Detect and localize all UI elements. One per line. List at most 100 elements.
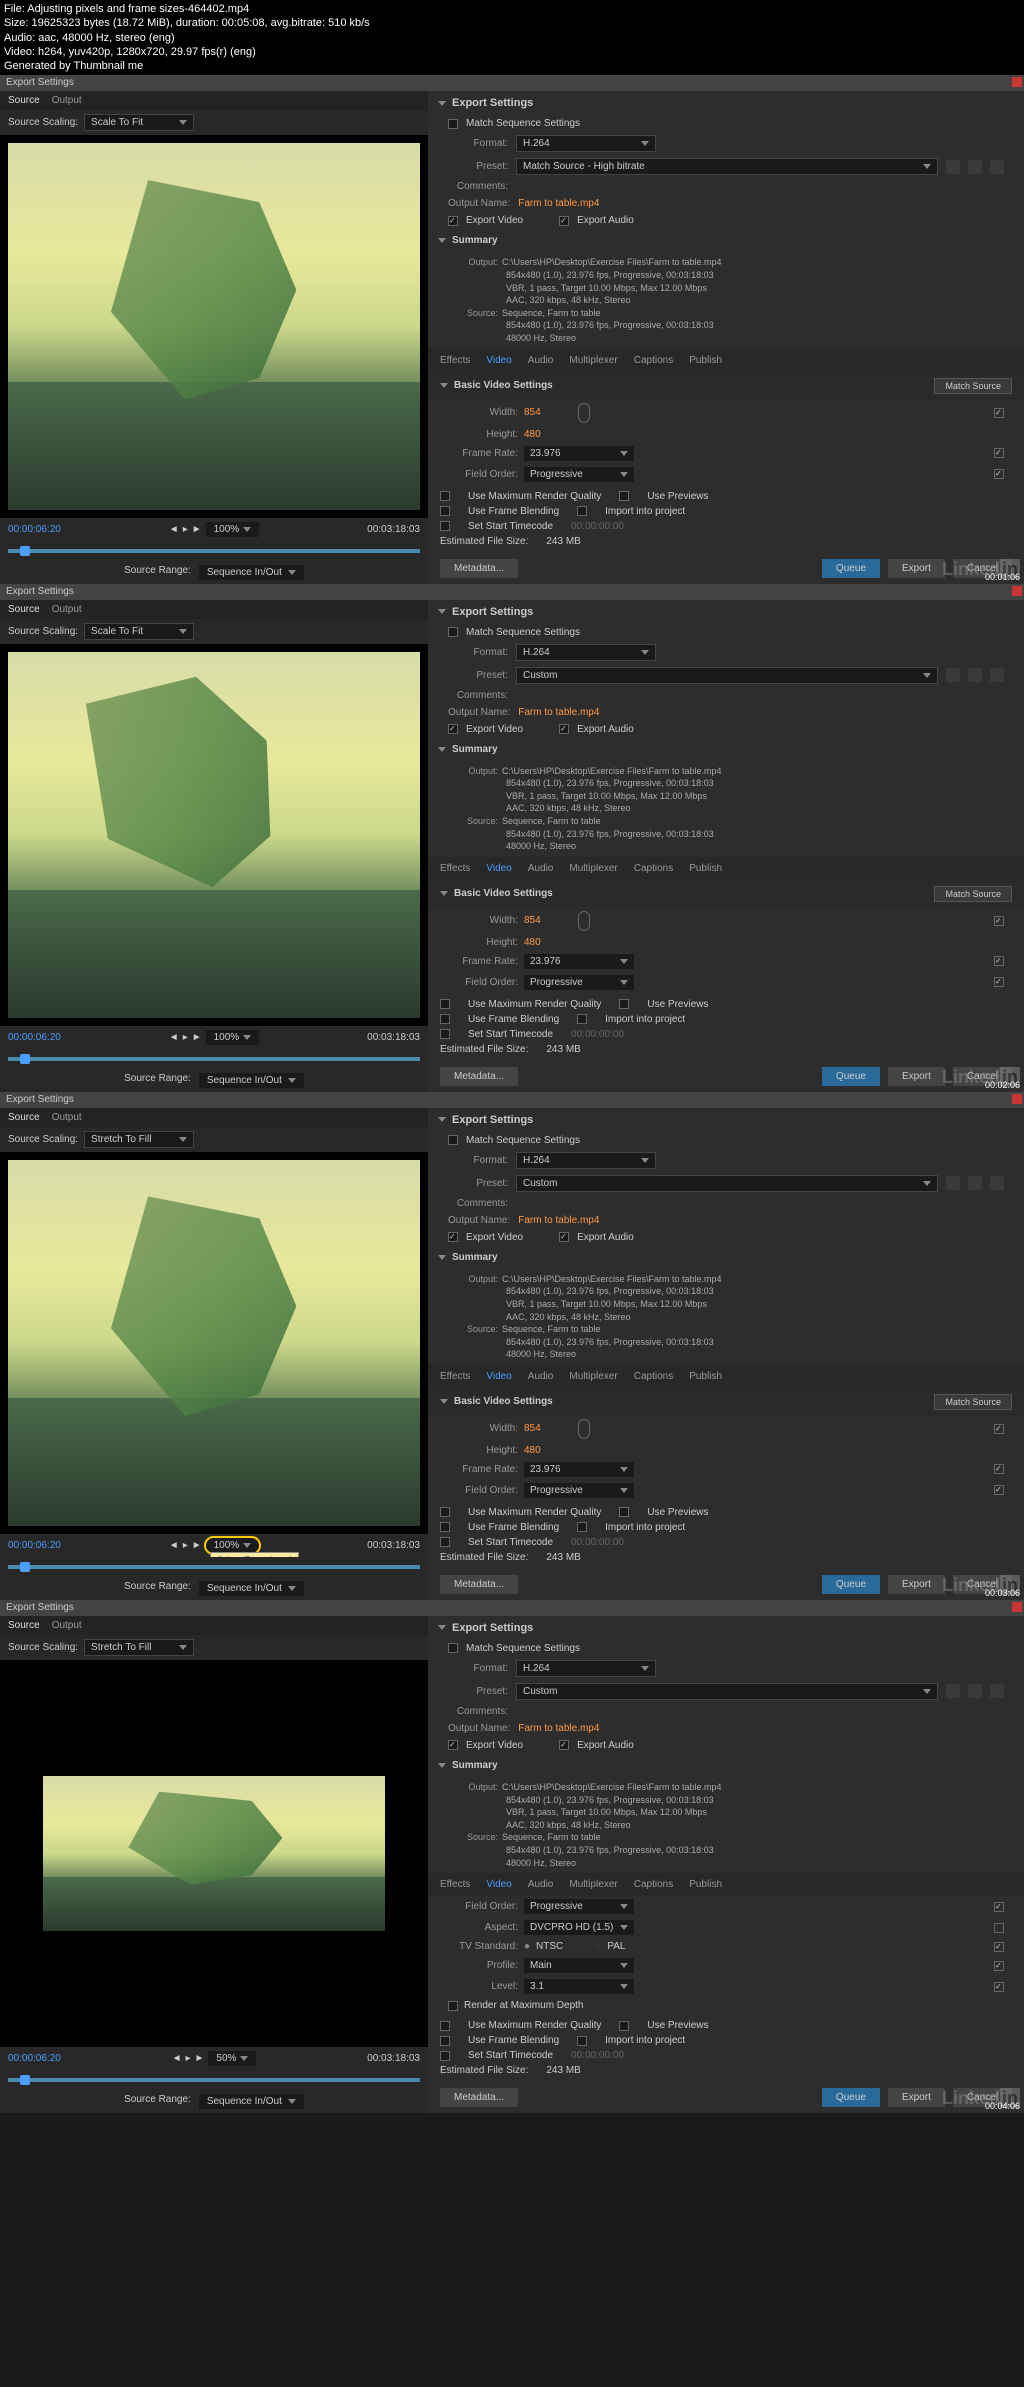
framerate-match-checkbox[interactable]	[994, 1464, 1004, 1474]
collapse-icon[interactable]	[438, 1255, 446, 1260]
fieldorder-dropdown[interactable]: Progressive	[524, 467, 634, 482]
collapse-icon[interactable]	[440, 1399, 448, 1404]
preset-dropdown[interactable]: Custom	[516, 667, 938, 684]
export-button[interactable]: Export	[888, 1575, 945, 1594]
tab-publish[interactable]: Publish	[689, 1879, 722, 1890]
fieldorder-match-checkbox[interactable]	[994, 977, 1004, 987]
export-audio-checkbox[interactable]	[559, 1740, 569, 1750]
import-project-checkbox[interactable]	[577, 1522, 587, 1532]
prev-frame-icon[interactable]: ◄	[172, 2053, 182, 2064]
output-name-link[interactable]: Farm to table.mp4	[518, 1215, 599, 1226]
width-value[interactable]: 854	[524, 407, 564, 418]
export-audio-checkbox[interactable]	[559, 724, 569, 734]
metadata-button[interactable]: Metadata...	[440, 2088, 518, 2107]
max-render-checkbox[interactable]	[440, 491, 450, 501]
preset-dropdown[interactable]: Custom	[516, 1175, 938, 1192]
source-range-dropdown[interactable]: Sequence In/Out	[199, 2094, 304, 2109]
metadata-button[interactable]: Metadata...	[440, 1575, 518, 1594]
import-project-checkbox[interactable]	[577, 506, 587, 516]
fieldorder-dropdown[interactable]: Progressive	[524, 1483, 634, 1498]
tab-source[interactable]: Source	[8, 1620, 40, 1631]
match-source-button[interactable]: Match Source	[934, 378, 1012, 394]
next-frame-icon[interactable]: ►	[192, 524, 202, 535]
tab-source[interactable]: Source	[8, 95, 40, 106]
play-icon[interactable]: ▸	[183, 1540, 188, 1551]
match-seq-checkbox[interactable]	[448, 119, 458, 129]
save-preset-icon[interactable]	[946, 668, 960, 682]
collapse-icon[interactable]	[438, 1117, 446, 1122]
collapse-icon[interactable]	[438, 1763, 446, 1768]
width-value[interactable]: 854	[524, 1423, 564, 1434]
export-video-checkbox[interactable]	[448, 1740, 458, 1750]
collapse-icon[interactable]	[438, 101, 446, 106]
import-preset-icon[interactable]	[968, 1684, 982, 1698]
export-audio-checkbox[interactable]	[559, 216, 569, 226]
timeline-slider[interactable]	[0, 541, 428, 561]
zoom-dropdown[interactable]: 100%	[206, 1030, 260, 1045]
fieldorder-match-checkbox[interactable]	[994, 1485, 1004, 1495]
tab-audio[interactable]: Audio	[528, 355, 554, 366]
prev-frame-icon[interactable]: ◄	[169, 1032, 179, 1043]
import-preset-icon[interactable]	[968, 160, 982, 174]
tv-pal-radio[interactable]: PAL	[607, 1941, 625, 1952]
source-range-dropdown[interactable]: Sequence In/Out	[199, 1581, 304, 1596]
start-tc-checkbox[interactable]	[440, 1029, 450, 1039]
max-render-checkbox[interactable]	[440, 999, 450, 1009]
use-previews-checkbox[interactable]	[619, 491, 629, 501]
framerate-dropdown[interactable]: 23.976	[524, 954, 634, 969]
collapse-icon[interactable]	[438, 238, 446, 243]
start-tc-checkbox[interactable]	[440, 1537, 450, 1547]
tab-captions[interactable]: Captions	[634, 1879, 673, 1890]
metadata-button[interactable]: Metadata...	[440, 1067, 518, 1086]
preview-area[interactable]	[0, 1660, 428, 2047]
profile-match-checkbox[interactable]	[994, 1961, 1004, 1971]
level-match-checkbox[interactable]	[994, 1982, 1004, 1992]
tab-captions[interactable]: Captions	[634, 1371, 673, 1382]
tab-video[interactable]: Video	[486, 863, 511, 874]
frame-blend-checkbox[interactable]	[440, 506, 450, 516]
collapse-icon[interactable]	[438, 1625, 446, 1630]
tab-publish[interactable]: Publish	[689, 355, 722, 366]
use-previews-checkbox[interactable]	[619, 2021, 629, 2031]
source-scaling-dropdown[interactable]: Stretch To Fill	[84, 1639, 194, 1656]
export-button[interactable]: Export	[888, 1067, 945, 1086]
source-scaling-dropdown[interactable]: Scale To Fit	[84, 114, 194, 131]
link-icon[interactable]	[578, 1419, 590, 1439]
timeline-slider[interactable]	[0, 2070, 428, 2090]
output-name-link[interactable]: Farm to table.mp4	[518, 198, 599, 209]
source-scaling-dropdown[interactable]: Stretch To Fill	[84, 1131, 194, 1148]
start-tc-checkbox[interactable]	[440, 521, 450, 531]
out-timecode[interactable]: 00:03:18:03	[367, 524, 420, 535]
tab-captions[interactable]: Captions	[634, 863, 673, 874]
export-audio-checkbox[interactable]	[559, 1232, 569, 1242]
tab-source[interactable]: Source	[8, 604, 40, 615]
fieldorder-dropdown[interactable]: Progressive	[524, 1899, 634, 1914]
close-icon[interactable]	[1012, 77, 1022, 87]
width-match-checkbox[interactable]	[994, 408, 1004, 418]
in-timecode[interactable]: 00:00:06:20	[8, 2053, 61, 2064]
format-dropdown[interactable]: H.264	[516, 135, 656, 152]
use-previews-checkbox[interactable]	[619, 999, 629, 1009]
import-preset-icon[interactable]	[968, 1176, 982, 1190]
fieldorder-match-checkbox[interactable]	[994, 1902, 1004, 1912]
tab-source[interactable]: Source	[8, 1112, 40, 1123]
save-preset-icon[interactable]	[946, 160, 960, 174]
height-value[interactable]: 480	[524, 1445, 564, 1456]
level-dropdown[interactable]: 3.1	[524, 1979, 634, 1994]
match-seq-checkbox[interactable]	[448, 1643, 458, 1653]
save-preset-icon[interactable]	[946, 1176, 960, 1190]
delete-preset-icon[interactable]	[990, 668, 1004, 682]
render-maxdepth-checkbox[interactable]	[448, 2001, 458, 2011]
in-timecode[interactable]: 00:00:06:20	[8, 1032, 61, 1043]
width-match-checkbox[interactable]	[994, 1424, 1004, 1434]
collapse-icon[interactable]	[438, 609, 446, 614]
framerate-dropdown[interactable]: 23.976	[524, 446, 634, 461]
width-value[interactable]: 854	[524, 915, 564, 926]
tab-audio[interactable]: Audio	[528, 1879, 554, 1890]
in-timecode[interactable]: 00:00:06:20	[8, 524, 61, 535]
framerate-dropdown[interactable]: 23.976	[524, 1462, 634, 1477]
zoom-dropdown[interactable]: 50%	[208, 2051, 256, 2066]
timeline-slider[interactable]	[0, 1049, 428, 1069]
export-video-checkbox[interactable]	[448, 1232, 458, 1242]
output-name-link[interactable]: Farm to table.mp4	[518, 1723, 599, 1734]
